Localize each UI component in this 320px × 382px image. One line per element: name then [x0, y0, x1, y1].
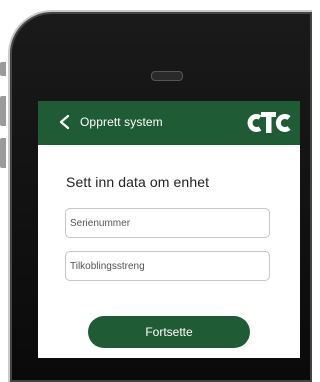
- header-title: Opprett system: [80, 115, 163, 129]
- phone-volume-down-button: [0, 138, 6, 168]
- continue-button[interactable]: Fortsette: [88, 316, 250, 348]
- ctc-logo: [247, 112, 291, 133]
- app-header: Opprett system: [38, 101, 300, 145]
- phone-side-button: [0, 62, 6, 76]
- serial-number-input[interactable]: [66, 209, 269, 237]
- connection-string-input[interactable]: [66, 252, 269, 280]
- connection-string-field[interactable]: [65, 251, 270, 281]
- app-screen: Opprett system Sett inn data om enhet Fo…: [38, 101, 300, 358]
- serial-number-field[interactable]: [65, 208, 270, 238]
- phone-volume-up-button: [0, 96, 6, 126]
- phone-speaker: [151, 71, 183, 81]
- form-heading: Sett inn data om enhet: [66, 174, 210, 190]
- chevron-left-icon[interactable]: [58, 114, 72, 130]
